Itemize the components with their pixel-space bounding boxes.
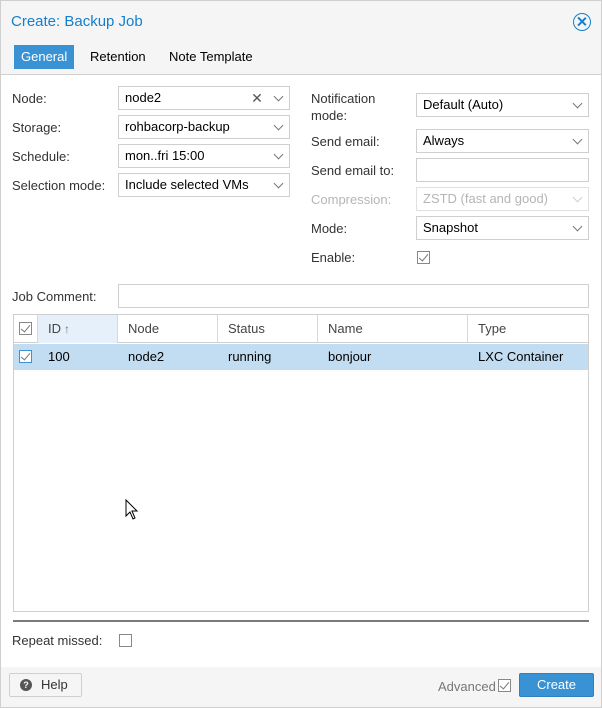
compression-label: Compression: xyxy=(311,192,392,207)
notification-mode-combobox[interactable]: Default (Auto) xyxy=(416,93,589,117)
tab-note-template[interactable]: Note Template xyxy=(162,45,260,69)
job-comment-label: Job Comment: xyxy=(12,289,97,304)
column-header-name[interactable]: Name xyxy=(318,315,468,343)
dialog-titlebar: Create: Backup Job xyxy=(1,1,601,41)
question-icon: ? xyxy=(20,679,32,691)
send-email-value: Always xyxy=(423,133,465,148)
mouse-cursor-icon xyxy=(125,499,139,520)
send-email-to-label: Send email to: xyxy=(311,163,395,178)
send-email-combobox[interactable]: Always xyxy=(416,129,589,153)
schedule-label: Schedule: xyxy=(12,149,70,164)
mode-value: Snapshot xyxy=(423,220,478,235)
general-panel: Node: node2 ✕ Storage: rohbacorp-backup … xyxy=(1,75,601,667)
node-value: node2 xyxy=(125,90,162,105)
divider xyxy=(13,620,589,622)
column-header-node[interactable]: Node xyxy=(118,315,218,343)
schedule-value: mon..fri 15:00 xyxy=(125,148,205,163)
select-all-checkbox[interactable] xyxy=(19,322,32,335)
mode-combobox[interactable]: Snapshot xyxy=(416,216,589,240)
notification-mode-value: Default (Auto) xyxy=(423,97,504,112)
selection-mode-combobox[interactable]: Include selected VMs xyxy=(118,173,290,197)
column-header-status[interactable]: Status xyxy=(218,315,318,343)
close-icon[interactable] xyxy=(573,13,591,31)
node-label: Node: xyxy=(12,91,47,106)
chevron-down-icon[interactable] xyxy=(569,130,587,152)
dialog-title: Create: Backup Job xyxy=(11,13,143,30)
grid-header: ID ↑ Node Status Name Type xyxy=(14,315,588,343)
selection-mode-value: Include selected VMs xyxy=(125,177,249,192)
tab-bar: General Retention Note Template xyxy=(1,45,601,75)
storage-value: rohbacorp-backup xyxy=(125,119,230,134)
schedule-combobox[interactable]: mon..fri 15:00 xyxy=(118,144,290,168)
column-header-id[interactable]: ID ↑ xyxy=(38,315,118,343)
table-row[interactable]: 100 node2 running bonjour LXC Container xyxy=(14,344,588,370)
send-email-to-input[interactable] xyxy=(416,158,589,182)
dialog-footer: ? Help Advanced Create xyxy=(1,667,601,707)
advanced-label: Advanced xyxy=(438,679,496,694)
help-button[interactable]: ? Help xyxy=(9,673,82,697)
send-email-label: Send email: xyxy=(311,134,380,149)
compression-combobox: ZSTD (fast and good) xyxy=(416,187,589,211)
cell-node: node2 xyxy=(128,349,165,364)
sort-ascending-icon: ↑ xyxy=(64,322,70,336)
node-combobox[interactable]: node2 ✕ xyxy=(118,86,290,110)
cell-id: 100 xyxy=(48,349,70,364)
row-checkbox[interactable] xyxy=(19,350,32,363)
advanced-checkbox[interactable] xyxy=(498,679,511,692)
cell-status: running xyxy=(228,349,272,364)
compression-value: ZSTD (fast and good) xyxy=(423,191,548,206)
tab-retention[interactable]: Retention xyxy=(83,45,153,69)
chevron-down-icon[interactable] xyxy=(270,116,288,138)
create-button[interactable]: Create xyxy=(519,673,594,697)
backup-job-dialog: Create: Backup Job General Retention Not… xyxy=(0,0,602,708)
repeat-missed-checkbox[interactable] xyxy=(119,634,132,647)
repeat-missed-label: Repeat missed: xyxy=(12,633,103,648)
column-header-type[interactable]: Type xyxy=(468,315,588,343)
storage-combobox[interactable]: rohbacorp-backup xyxy=(118,115,290,139)
tab-general[interactable]: General xyxy=(14,45,75,69)
row-select-cell[interactable] xyxy=(14,344,38,370)
chevron-down-icon[interactable] xyxy=(270,87,288,109)
cell-type: LXC Container xyxy=(478,349,564,364)
help-label: Help xyxy=(41,677,68,692)
cell-name: bonjour xyxy=(328,349,372,364)
guest-grid: ID ↑ Node Status Name Type 100 node2 runn… xyxy=(13,314,589,612)
selection-mode-label: Selection mode: xyxy=(12,178,106,193)
chevron-down-icon[interactable] xyxy=(270,145,288,167)
chevron-down-icon xyxy=(569,188,587,210)
enable-checkbox[interactable] xyxy=(417,251,430,264)
mode-label: Mode: xyxy=(311,221,348,236)
column-header-id-label: ID xyxy=(48,321,61,336)
enable-label: Enable: xyxy=(311,250,356,265)
chevron-down-icon[interactable] xyxy=(270,174,288,196)
header-select-all[interactable] xyxy=(14,315,38,343)
notification-mode-label-line1: Notification xyxy=(311,91,376,106)
chevron-down-icon[interactable] xyxy=(569,94,587,116)
clear-icon[interactable]: ✕ xyxy=(248,87,266,109)
storage-label: Storage: xyxy=(12,120,62,135)
chevron-down-icon[interactable] xyxy=(569,217,587,239)
job-comment-input[interactable] xyxy=(118,284,589,308)
notification-mode-label-line2: mode: xyxy=(311,108,348,123)
